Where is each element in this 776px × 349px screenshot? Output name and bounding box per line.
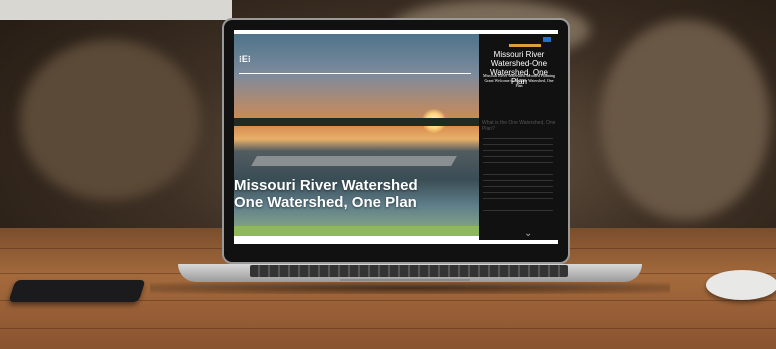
panel-subtitle: Missouri River Watershed Awarded Plannin… [482, 73, 556, 88]
bg-bokeh [600, 20, 770, 220]
hero-image: ⁝E⁝ Missouri River Watershed One Watersh… [234, 34, 479, 236]
panel-menu-button[interactable] [543, 37, 551, 42]
hero-title-line-1: Missouri River Watershed [234, 177, 418, 194]
bg-bokeh [20, 40, 200, 200]
shoreline [234, 118, 479, 126]
hero-divider [239, 73, 471, 74]
site-logo-icon[interactable]: ⁝E⁝ [239, 54, 251, 65]
keyboard [250, 265, 568, 277]
side-panel: Missouri River Watershed-One Watershed, … [479, 34, 558, 240]
background-scene: ⁝E⁝ Missouri River Watershed One Watersh… [0, 0, 776, 349]
panel-section-heading: What is the One Watershed, One Plan? [482, 120, 556, 132]
hero-title-line-2: One Watershed, One Plan [234, 194, 417, 211]
grass [234, 226, 479, 236]
panel-banner [509, 44, 541, 47]
hero-title: Missouri River Watershed One Watershed, … [234, 177, 479, 211]
smartphone [8, 280, 146, 302]
computer-mouse [706, 270, 776, 300]
laptop-shadow [150, 282, 670, 294]
laptop-screen: ⁝E⁝ Missouri River Watershed One Watersh… [234, 30, 558, 244]
trackpad [340, 279, 470, 281]
scroll-down-chevron-icon[interactable]: ⌄ [524, 228, 532, 239]
top-card [0, 0, 232, 20]
dock [251, 156, 457, 166]
